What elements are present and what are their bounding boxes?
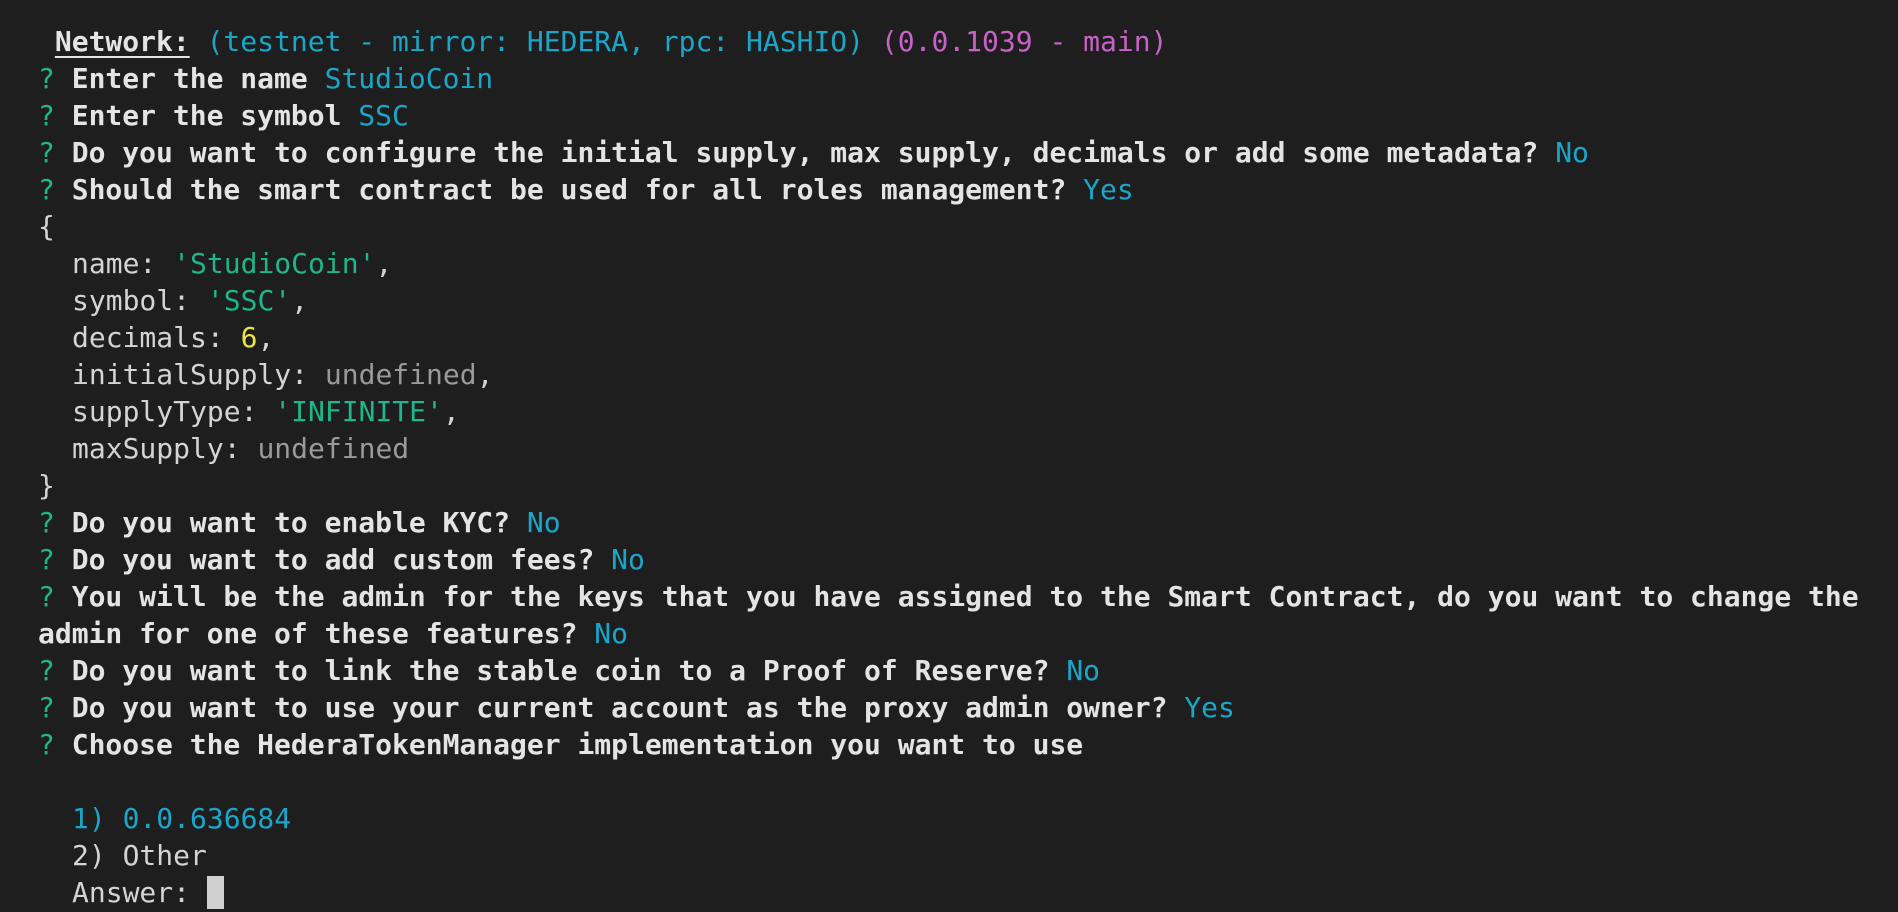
object-field-supply-type: supplyType: 'INFINITE', [38, 393, 1898, 430]
answer-prompt: Answer: [72, 876, 191, 909]
field-key: name: [72, 247, 157, 280]
prompt-line: ? Do you want to use your current accoun… [38, 689, 1898, 726]
field-comma: , [257, 321, 275, 354]
prompt-line-continued: admin for one of these features? No [38, 615, 1898, 652]
field-key: decimals: [72, 321, 224, 354]
prompt-line: ? Do you want to configure the initial s… [38, 134, 1898, 171]
prompt-question: You will be the admin for the keys that … [71, 580, 1859, 613]
prompt-line: ? Choose the HederaTokenManager implemen… [38, 726, 1898, 763]
prompt-answer: No [1555, 136, 1589, 169]
terminal-output: Network: (testnet - mirror: HEDERA, rpc:… [38, 23, 1898, 911]
text-cursor[interactable] [206, 875, 224, 909]
field-comma: , [375, 247, 393, 280]
field-value: undefined [324, 358, 477, 391]
field-value: 6 [240, 321, 258, 354]
prompt-answer: No [594, 617, 629, 650]
field-comma: , [442, 395, 460, 428]
prompt-marker: ? [38, 506, 55, 539]
prompt-marker: ? [38, 728, 55, 761]
prompt-marker: ? [38, 99, 55, 132]
prompt-question: Do you want to enable KYC? [71, 506, 511, 539]
object-field-initial-supply: initialSupply: undefined, [38, 356, 1898, 393]
prompt-line: ? Do you want to add custom fees? No [38, 541, 1898, 578]
field-comma: , [291, 284, 309, 317]
field-value: 'StudioCoin' [173, 247, 376, 280]
object-field-max-supply: maxSupply: undefined [38, 430, 1898, 467]
prompt-answer: No [1066, 654, 1101, 687]
prompt-line: ? Enter the symbol SSC [38, 97, 1898, 134]
prompt-question: Should the smart contract be used for al… [71, 173, 1067, 206]
prompt-line: ? You will be the admin for the keys tha… [38, 578, 1898, 615]
object-close-brace: } [38, 469, 55, 502]
field-value: 'INFINITE' [274, 395, 443, 428]
network-account: (0.0.1039 - main) [880, 25, 1168, 58]
object-open-brace: { [38, 210, 55, 243]
prompt-answer: StudioCoin [324, 62, 494, 95]
prompt-marker: ? [38, 654, 55, 687]
prompt-marker: ? [38, 62, 55, 95]
object-field-name: name: 'StudioCoin', [38, 245, 1898, 282]
prompt-question: Do you want to add custom fees? [71, 543, 595, 576]
field-value: undefined [257, 432, 410, 465]
field-comma: , [476, 358, 494, 391]
prompt-answer: No [526, 506, 561, 539]
prompt-question: Choose the HederaTokenManager implementa… [71, 728, 1084, 761]
prompt-marker: ? [38, 543, 55, 576]
prompt-marker: ? [38, 136, 55, 169]
network-label: Network: [54, 25, 190, 58]
prompt-question: Enter the name [71, 62, 308, 95]
prompt-question: admin for one of these features? [38, 617, 578, 650]
field-value: 'SSC' [206, 284, 292, 317]
prompt-answer: Yes [1083, 173, 1134, 206]
prompt-answer: SSC [358, 99, 409, 132]
prompt-answer: No [611, 543, 645, 576]
network-env: (testnet - mirror: HEDERA, rpc: HASHIO) [206, 25, 865, 58]
prompt-question: Do you want to link the stable coin to a… [71, 654, 1050, 687]
field-key: symbol: [72, 284, 191, 317]
prompt-question: Do you want to configure the initial sup… [71, 136, 1539, 169]
choice-option-2[interactable]: 2) Other [38, 837, 1898, 874]
prompt-answer: Yes [1184, 691, 1235, 724]
prompt-question: Enter the symbol [71, 99, 342, 132]
prompt-line: ? Do you want to link the stable coin to… [38, 652, 1898, 689]
object-field-symbol: symbol: 'SSC', [38, 282, 1898, 319]
prompt-marker: ? [38, 691, 55, 724]
prompt-marker: ? [38, 580, 55, 613]
object-field-decimals: decimals: 6, [38, 319, 1898, 356]
field-key: supplyType: [72, 395, 258, 428]
field-key: initialSupply: [72, 358, 309, 391]
prompt-marker: ? [38, 173, 55, 206]
field-key: maxSupply: [72, 432, 241, 465]
prompt-line: ? Enter the name StudioCoin [38, 60, 1898, 97]
prompt-question: Do you want to use your current account … [71, 691, 1168, 724]
choice-option-1[interactable]: 1) 0.0.636684 [38, 800, 1898, 837]
answer-line[interactable]: Answer: [38, 874, 1898, 911]
prompt-line: ? Should the smart contract be used for … [38, 171, 1898, 208]
network-line: Network: (testnet - mirror: HEDERA, rpc:… [38, 23, 1898, 60]
prompt-line: ? Do you want to enable KYC? No [38, 504, 1898, 541]
